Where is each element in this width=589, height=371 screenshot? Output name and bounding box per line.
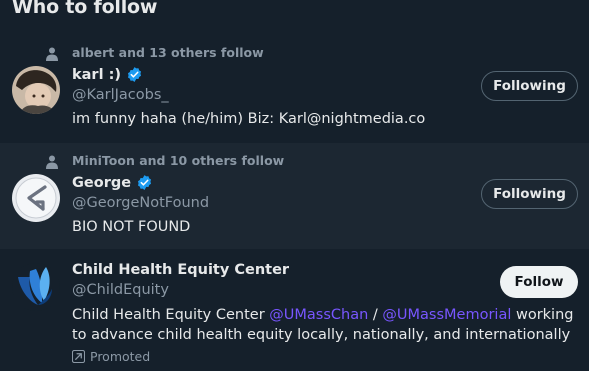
promoted-icon (72, 350, 85, 363)
user-bio: im funny haha (he/him) Biz: Karl@nightme… (72, 111, 426, 127)
user-bio: BIO NOT FOUND (72, 219, 191, 235)
verified-badge-icon (128, 67, 142, 82)
user-cell-child-equity[interactable]: Child Health Equity Center @ChildEquity … (0, 249, 589, 371)
user-cell-karl[interactable]: albert and 13 others follow karl :) @Kar… (0, 35, 589, 143)
mention-link[interactable]: @UMassChan (269, 307, 368, 323)
following-button[interactable]: Following (481, 71, 578, 101)
display-name[interactable]: karl :) (72, 66, 143, 83)
user-bio: Child Health Equity Center @UMassChan / … (72, 307, 574, 343)
follow-button[interactable]: Follow (500, 266, 578, 298)
user-handle[interactable]: @ChildEquity (72, 282, 169, 298)
who-to-follow-title: Who to follow (12, 0, 158, 18)
social-context[interactable]: albert and 13 others follow (72, 45, 264, 60)
display-name[interactable]: Child Health Equity Center (72, 262, 289, 278)
promoted-label: Promoted (72, 349, 150, 364)
avatar[interactable] (12, 174, 60, 222)
person-icon (46, 47, 58, 61)
user-cell-george[interactable]: MiniToon and 10 others follow George @Ge… (0, 143, 589, 249)
avatar[interactable] (12, 66, 60, 114)
avatar[interactable] (12, 263, 60, 311)
following-button[interactable]: Following (481, 179, 578, 209)
user-handle[interactable]: @GeorgeNotFound (72, 195, 209, 211)
user-handle[interactable]: @KarlJacobs_ (72, 87, 169, 103)
social-context[interactable]: MiniToon and 10 others follow (72, 153, 284, 168)
display-name[interactable]: George (72, 174, 153, 191)
verified-badge-icon (138, 175, 152, 190)
mention-link[interactable]: @UMassMemorial (382, 307, 511, 323)
person-icon (46, 155, 58, 169)
